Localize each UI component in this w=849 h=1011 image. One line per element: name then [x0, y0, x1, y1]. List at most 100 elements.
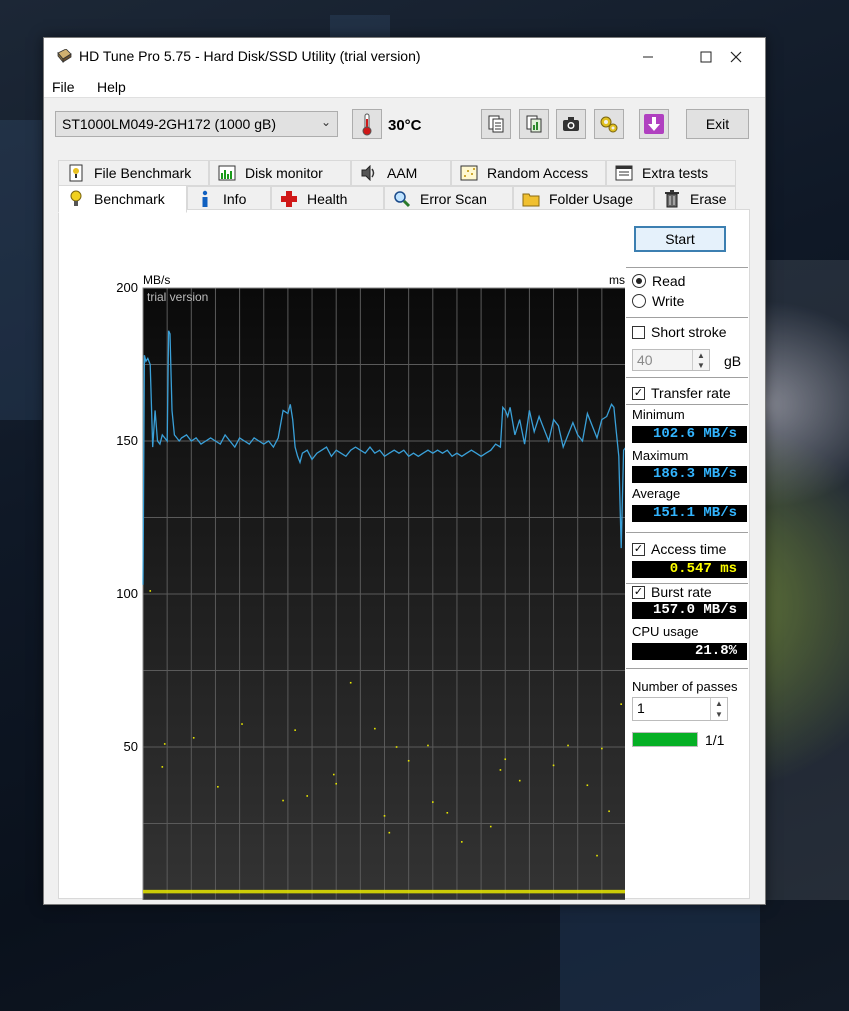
- spin-arrows-icon[interactable]: ▲ ▼: [692, 350, 709, 370]
- tab-strip: File Benchmark Disk monitor AAM Random A…: [58, 160, 750, 213]
- divider: [626, 317, 748, 318]
- exit-button[interactable]: Exit: [686, 109, 749, 139]
- copy-text-icon: [488, 115, 504, 133]
- pass-progress-fill: [633, 733, 697, 746]
- tab-random-access[interactable]: Random Access: [451, 160, 606, 186]
- drive-select-value: ST1000LM049-2GH172 (1000 gB): [62, 116, 277, 132]
- write-radio[interactable]: Write: [632, 293, 684, 309]
- access-time-point: [586, 784, 589, 787]
- screenshot-button[interactable]: [556, 109, 586, 139]
- access-time-point: [282, 799, 284, 802]
- passes-input[interactable]: 1 ▲ ▼: [632, 697, 728, 721]
- short-stroke-size-input[interactable]: 40 ▲ ▼: [632, 349, 710, 371]
- close-button[interactable]: [707, 38, 765, 76]
- benchmark-panel: trial versionMB/sms501001502001020304001…: [58, 209, 750, 900]
- access-time-point: [192, 737, 195, 739]
- tab-extra-tests[interactable]: Extra tests: [606, 160, 736, 186]
- save-download-button[interactable]: [639, 109, 669, 139]
- tab-aam[interactable]: AAM: [351, 160, 451, 186]
- options-button[interactable]: [594, 109, 624, 139]
- read-radio[interactable]: Read: [632, 273, 685, 289]
- menu-help[interactable]: Help: [97, 79, 126, 95]
- folder-icon: [522, 190, 540, 208]
- transfer-rate-check: ✓: [632, 386, 645, 400]
- access-time-point: [388, 831, 391, 834]
- access-time-point: [552, 764, 555, 767]
- minimize-button[interactable]: [619, 38, 677, 76]
- y-left-tick-label: 100: [116, 586, 138, 601]
- average-label: Average: [632, 486, 681, 501]
- lightbulb-icon: [67, 190, 85, 208]
- extra-tests-icon: [615, 164, 633, 182]
- title-bar[interactable]: HD Tune Pro 5.75 - Hard Disk/SSD Utility…: [44, 38, 765, 76]
- toolbar: ST1000LM049-2GH172 (1000 gB) ⌄ 30°C Exit: [44, 99, 765, 155]
- options-icon: [600, 116, 618, 133]
- access-time-point: [149, 590, 152, 592]
- burst-rate-checkbox[interactable]: ✓ Burst rate: [632, 584, 712, 600]
- menu-bar: File Help: [44, 76, 765, 98]
- access-time-point: [596, 854, 598, 857]
- access-time-point: [620, 703, 622, 705]
- access-time-point: [335, 782, 337, 785]
- tab-benchmark[interactable]: Benchmark: [58, 185, 187, 213]
- random-access-icon: [460, 164, 478, 182]
- access-time-value: 0.547 ms: [632, 561, 747, 578]
- access-time-point: [460, 841, 463, 843]
- y-left-unit-label: MB/s: [143, 273, 170, 287]
- short-stroke-unit: gB: [724, 353, 742, 369]
- burst-rate-value: 157.0 MB/s: [632, 602, 747, 619]
- save-download-icon: [644, 114, 664, 134]
- access-time-point: [161, 766, 164, 768]
- short-stroke-checkbox[interactable]: Short stroke: [632, 324, 726, 340]
- trial-watermark: trial version: [147, 290, 208, 304]
- trash-icon: [663, 190, 681, 208]
- disk-monitor-icon: [218, 164, 236, 182]
- minimum-label: Minimum: [632, 407, 685, 422]
- pass-progress-bar: [632, 732, 698, 747]
- short-stroke-check: [632, 325, 645, 339]
- access-time-point: [395, 746, 398, 748]
- tab-disk-monitor[interactable]: Disk monitor: [209, 160, 351, 186]
- divider: [626, 267, 748, 268]
- y-left-tick-label: 200: [116, 280, 138, 295]
- info-icon: [196, 190, 214, 208]
- write-radio-dot: [632, 294, 646, 308]
- thermometer-icon: [362, 113, 372, 136]
- divider: [626, 532, 748, 533]
- drive-select[interactable]: ST1000LM049-2GH172 (1000 gB) ⌄: [55, 111, 338, 137]
- tab-file-benchmark[interactable]: File Benchmark: [58, 160, 209, 186]
- access-time-point: [383, 815, 386, 817]
- read-radio-dot: [632, 274, 646, 288]
- hdtune-app-icon: [57, 49, 72, 63]
- menu-file[interactable]: File: [52, 79, 75, 95]
- pass-progress-text: 1/1: [705, 732, 725, 748]
- access-time-point: [241, 723, 243, 725]
- access-time-point: [601, 747, 603, 750]
- start-button[interactable]: Start: [634, 226, 726, 252]
- temperature-value: 30°C: [388, 117, 422, 134]
- access-time-point: [567, 744, 569, 747]
- access-time-check: ✓: [632, 542, 645, 556]
- access-time-point: [306, 795, 309, 797]
- minimize-icon: [643, 56, 653, 58]
- access-time-point: [499, 769, 502, 771]
- access-time-point: [608, 810, 610, 813]
- access-time-point: [407, 759, 410, 762]
- minimum-value: 102.6 MB/s: [632, 426, 747, 443]
- spin-arrows-icon[interactable]: ▲ ▼: [710, 698, 727, 720]
- file-benchmark-icon: [67, 164, 85, 182]
- access-time-point: [489, 825, 492, 828]
- access-time-point: [374, 727, 376, 730]
- access-time-checkbox[interactable]: ✓ Access time: [632, 541, 726, 557]
- transfer-rate-checkbox[interactable]: ✓ Transfer rate: [632, 385, 731, 401]
- cpu-usage-label: CPU usage: [632, 624, 699, 639]
- screenshot-icon: [563, 117, 579, 131]
- health-cross-icon: [280, 190, 298, 208]
- copy-text-button[interactable]: [481, 109, 511, 139]
- copy-info-button[interactable]: [519, 109, 549, 139]
- divider: [626, 404, 748, 405]
- access-time-point: [294, 729, 296, 731]
- benchmark-side-panel: Start Read Write Short stroke 40 ▲▼ gB: [626, 210, 748, 810]
- access-time-point: [446, 811, 449, 814]
- temperature-button[interactable]: [352, 109, 382, 139]
